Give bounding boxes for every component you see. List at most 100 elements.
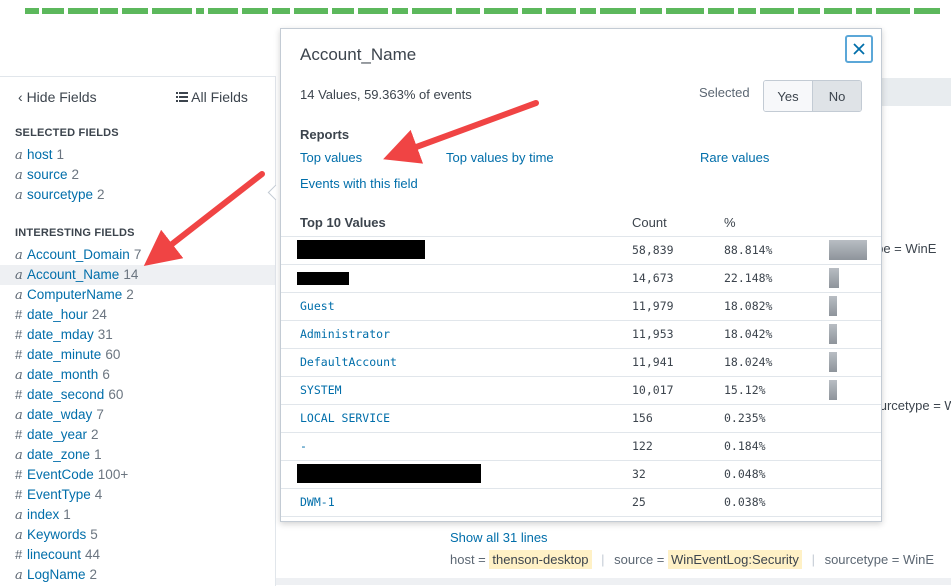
timeline-bar[interactable] — [25, 8, 39, 14]
field-item[interactable]: # EventCode 100+ — [0, 465, 275, 485]
close-button[interactable] — [845, 35, 873, 63]
timeline-bar[interactable] — [760, 8, 794, 14]
field-item[interactable]: # date_mday 31 — [0, 325, 275, 345]
percent-bar — [829, 268, 839, 288]
selected-label: Selected — [699, 85, 750, 100]
value-cell[interactable]: - — [300, 439, 307, 453]
timeline-bar[interactable] — [332, 8, 354, 14]
value-cell[interactable]: DefaultAccount — [300, 355, 397, 369]
field-item[interactable]: a Account_Name 14 — [0, 265, 275, 285]
timeline-bar[interactable] — [876, 8, 910, 14]
no-button[interactable]: No — [813, 81, 861, 111]
field-value-count: 1 — [56, 147, 65, 162]
all-fields-button[interactable]: All Fields — [176, 89, 248, 105]
table-row[interactable]: Guest 11,979 18.082% — [281, 292, 881, 320]
timeline-bar[interactable] — [358, 8, 388, 14]
field-item[interactable]: a sourcetype 2 — [0, 185, 275, 205]
field-item[interactable]: a Account_Domain 7 — [0, 245, 275, 265]
rare-values-link[interactable]: Rare values — [700, 150, 769, 165]
hide-fields-button[interactable]: ‹ Hide Fields — [18, 89, 97, 105]
timeline-bar[interactable] — [242, 8, 268, 14]
sourcetype-value[interactable]: WinE — [903, 552, 934, 567]
timeline-bar[interactable] — [122, 8, 148, 14]
field-item[interactable]: # linecount 44 — [0, 545, 275, 565]
yes-button[interactable]: Yes — [764, 81, 813, 111]
table-row[interactable]: 58,839 88.814% — [281, 236, 881, 264]
value-cell[interactable]: SYSTEM — [300, 383, 342, 397]
field-item[interactable]: a index 1 — [0, 505, 275, 525]
field-item[interactable]: a date_zone 1 — [0, 445, 275, 465]
table-row[interactable]: Administrator 11,953 18.042% — [281, 320, 881, 348]
numeric-type-icon: # — [15, 547, 23, 562]
timeline-bar[interactable] — [708, 8, 734, 14]
field-item[interactable]: # EventType 4 — [0, 485, 275, 505]
results-header-bar — [880, 78, 951, 106]
top-values-table: 58,839 88.814% 14,673 22.148% Guest 11,979 18.… — [281, 236, 881, 517]
field-item[interactable]: # date_hour 24 — [0, 305, 275, 325]
timeline-bar[interactable] — [456, 8, 480, 14]
timeline-bar[interactable] — [824, 8, 852, 14]
table-row[interactable]: SYSTEM 10,017 15.12% — [281, 376, 881, 404]
field-name: ComputerName — [27, 287, 123, 302]
value-cell[interactable]: Administrator — [300, 327, 390, 341]
timeline-bar[interactable] — [392, 8, 408, 14]
field-item[interactable]: # date_year 2 — [0, 425, 275, 445]
count-cell: 14,673 — [632, 271, 674, 285]
selected-fields-list: a host 1 a source 2 a sourcetype 2 — [0, 145, 275, 205]
field-item[interactable]: a ComputerName 2 — [0, 285, 275, 305]
timeline-bar[interactable] — [856, 8, 872, 14]
timeline-bar[interactable] — [152, 8, 192, 14]
events-with-field-link[interactable]: Events with this field — [300, 176, 418, 191]
timeline-bar[interactable] — [100, 8, 118, 14]
redacted-value — [297, 464, 481, 483]
field-item[interactable]: a source 2 — [0, 165, 275, 185]
timeline-bar[interactable] — [600, 8, 636, 14]
timeline-bar[interactable] — [798, 8, 820, 14]
table-row[interactable]: 14,673 22.148% — [281, 264, 881, 292]
timeline-bar[interactable] — [484, 8, 518, 14]
timeline-bar[interactable] — [738, 8, 756, 14]
count-cell: 32 — [632, 467, 646, 481]
table-row[interactable]: - 122 0.184% — [281, 432, 881, 460]
timeline-bar[interactable] — [640, 8, 662, 14]
percent-cell: 0.184% — [724, 439, 766, 453]
field-value-count: 24 — [91, 307, 107, 322]
field-item[interactable]: a date_wday 7 — [0, 405, 275, 425]
timeline-bar[interactable] — [580, 8, 596, 14]
field-item[interactable]: a Keywords 5 — [0, 525, 275, 545]
field-value-count: 1 — [94, 447, 102, 462]
timeline-bar[interactable] — [68, 8, 98, 14]
value-cell[interactable]: Guest — [300, 299, 335, 313]
timeline-bar[interactable] — [294, 8, 328, 14]
string-type-icon: a — [15, 168, 23, 183]
timeline-bar[interactable] — [546, 8, 576, 14]
timeline-bar[interactable] — [666, 8, 704, 14]
table-row[interactable]: LOCAL SERVICE 156 0.235% — [281, 404, 881, 432]
show-all-lines-link[interactable]: Show all 31 lines — [450, 530, 548, 545]
field-item[interactable]: a date_month 6 — [0, 365, 275, 385]
top-values-link[interactable]: Top values — [300, 150, 362, 165]
table-row[interactable]: DWM-1 25 0.038% — [281, 488, 881, 517]
field-item[interactable]: a host 1 — [0, 145, 275, 165]
table-row[interactable]: DefaultAccount 11,941 18.024% — [281, 348, 881, 376]
percent-cell: 15.12% — [724, 383, 766, 397]
timeline-histogram[interactable] — [0, 8, 951, 16]
timeline-bar[interactable] — [42, 8, 64, 14]
field-item[interactable]: a LogName 2 — [0, 565, 275, 585]
timeline-bar[interactable] — [196, 8, 204, 14]
string-type-icon: a — [15, 508, 23, 523]
value-cell[interactable]: LOCAL SERVICE — [300, 411, 390, 425]
source-value[interactable]: WinEventLog:Security — [668, 550, 802, 569]
host-value[interactable]: thenson-desktop — [489, 550, 592, 569]
timeline-bar[interactable] — [412, 8, 452, 14]
timeline-bar[interactable] — [914, 8, 940, 14]
table-row[interactable]: 32 0.048% — [281, 460, 881, 488]
timeline-bar[interactable] — [272, 8, 290, 14]
field-item[interactable]: # date_minute 60 — [0, 345, 275, 365]
timeline-bar[interactable] — [522, 8, 542, 14]
value-cell[interactable]: DWM-1 — [300, 495, 335, 509]
top-values-by-time-link[interactable]: Top values by time — [446, 150, 554, 165]
field-item[interactable]: # date_second 60 — [0, 385, 275, 405]
timeline-bar[interactable] — [208, 8, 238, 14]
field-value-count: 31 — [97, 327, 113, 342]
